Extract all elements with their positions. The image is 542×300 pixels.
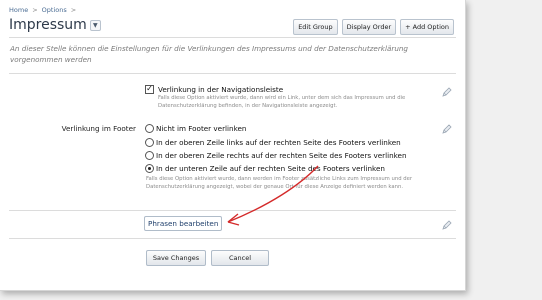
footer-radio-0[interactable] xyxy=(145,124,154,133)
divider xyxy=(9,210,456,211)
footer-option-0: Nicht im Footer verlinken xyxy=(156,124,247,133)
footer-option-1: In der oberen Zeile links auf der rechte… xyxy=(156,138,401,147)
options-panel: Home > Options > Impressum ▼ Edit Group … xyxy=(0,0,466,291)
pencil-icon[interactable] xyxy=(442,220,452,230)
page-title-text: Impressum xyxy=(9,17,87,33)
breadcrumb: Home > Options > xyxy=(9,6,76,14)
pencil-icon[interactable] xyxy=(442,124,452,134)
nav-link-checkbox[interactable]: ✓ xyxy=(145,85,154,94)
page-title: Impressum ▼ xyxy=(9,17,101,33)
footer-option-2: In der oberen Zeile rechts auf der recht… xyxy=(156,151,407,160)
footer-option-3: In der unteren Zeile auf der rechten Sei… xyxy=(156,164,385,173)
page-description: An dieser Stelle können die Einstellunge… xyxy=(10,44,408,64)
divider xyxy=(9,73,456,74)
footer-link-label: Verlinkung im Footer xyxy=(61,124,136,133)
edit-phrases-button[interactable]: Phrasen bearbeiten xyxy=(144,216,223,231)
edit-group-button[interactable]: Edit Group xyxy=(293,19,338,35)
save-changes-button[interactable]: Save Changes xyxy=(146,250,206,266)
divider xyxy=(9,238,456,239)
divider xyxy=(9,37,456,38)
display-order-button[interactable]: Display Order xyxy=(341,19,397,35)
nav-link-help: Falls diese Option aktiviert wurde, dann… xyxy=(158,95,406,109)
breadcrumb-separator: > xyxy=(70,6,77,14)
chevron-down-icon[interactable]: ▼ xyxy=(89,19,101,31)
footer-radio-3[interactable] xyxy=(145,164,154,173)
footer-radio-2[interactable] xyxy=(145,151,154,160)
toolbar: Edit Group Display Order + Add Option xyxy=(293,19,454,35)
breadcrumb-home[interactable]: Home xyxy=(9,6,28,14)
nav-link-label: Verlinkung in der Navigationsleiste xyxy=(158,85,284,94)
breadcrumb-separator: > xyxy=(32,6,38,14)
pencil-icon[interactable] xyxy=(442,87,452,97)
footer-link-help: Falls diese Option aktiviert wurde, dann… xyxy=(146,176,413,190)
cancel-button[interactable]: Cancel xyxy=(211,250,269,266)
breadcrumb-options[interactable]: Options xyxy=(42,6,67,14)
footer-radio-1[interactable] xyxy=(145,138,154,147)
add-option-button[interactable]: + Add Option xyxy=(400,19,454,35)
